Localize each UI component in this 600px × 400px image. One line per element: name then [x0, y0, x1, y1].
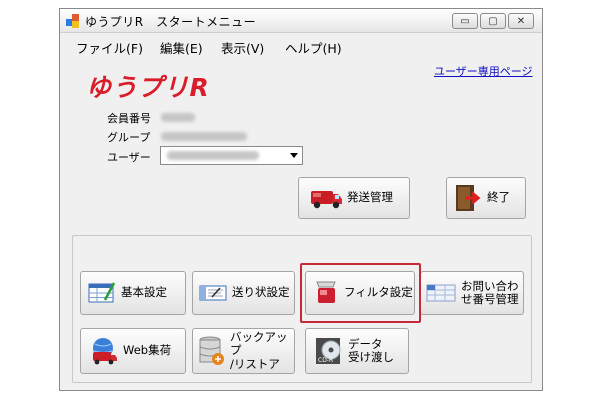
chevron-down-icon [290, 153, 298, 158]
group-label: グループ [107, 131, 151, 144]
maximize-button[interactable]: ▢ [480, 13, 506, 29]
user-select-value [167, 151, 259, 160]
maximize-icon: ▢ [488, 15, 498, 27]
member-number-value [161, 113, 195, 122]
data-transfer-button[interactable]: CD-R データ 受け渡し [305, 328, 409, 374]
main-window: ゆうプリR スタートメニュー ▭ ▢ ✕ ファイル(F) 編集(E) 表示(V)… [59, 8, 543, 391]
web-pickup-button[interactable]: Web集荷 [80, 328, 186, 374]
data-transfer-label: データ 受け渡し [348, 336, 394, 364]
waybill-settings-button[interactable]: 送り状設定 [192, 271, 295, 315]
menu-edit[interactable]: 編集(E) [160, 38, 203, 57]
exit-door-icon [456, 185, 481, 211]
menu-bar: ファイル(F) 編集(E) 表示(V) ヘルプ(H) [60, 34, 542, 56]
title-bar[interactable]: ゆうプリR スタートメニュー ▭ ▢ ✕ [60, 9, 542, 33]
member-number-label: 会員番号 [107, 112, 151, 125]
backup-restore-button[interactable]: バックアップ /リストア [192, 328, 295, 374]
user-label: ユーザー [107, 151, 151, 164]
backup-restore-label: バックアップ /リストア [230, 330, 288, 371]
exit-label: 終了 [487, 190, 510, 205]
inquiry-list-icon [426, 284, 456, 302]
database-icon [199, 336, 224, 365]
group-value [161, 132, 247, 141]
cd-r-icon: CD-R [316, 338, 341, 364]
minimize-button[interactable]: ▭ [452, 13, 478, 29]
web-pickup-icon [93, 338, 117, 365]
filter-highlight-frame [300, 263, 421, 323]
close-icon: ✕ [516, 15, 526, 27]
shipping-management-button[interactable]: 発送管理 [298, 177, 410, 219]
user-page-link[interactable]: ユーザー専用ページ [434, 63, 533, 79]
inquiry-number-label: お問い合わ せ番号管理 [461, 278, 519, 306]
menu-view[interactable]: 表示(V) [221, 38, 264, 57]
basic-settings-button[interactable]: 基本設定 [80, 271, 186, 315]
window-title: ゆうプリR スタートメニュー [85, 15, 257, 29]
cd-r-text: CD-R [318, 357, 333, 364]
settings-table-icon [88, 282, 116, 303]
app-logo: ゆうプリR [86, 73, 210, 102]
close-button[interactable]: ✕ [508, 13, 534, 29]
shipping-management-label: 発送管理 [347, 190, 393, 205]
user-select[interactable] [160, 146, 303, 165]
menu-help[interactable]: ヘルプ(H) [285, 38, 342, 57]
waybill-settings-label: 送り状設定 [232, 285, 290, 300]
app-icon [66, 14, 80, 28]
basic-settings-label: 基本設定 [121, 285, 167, 300]
menu-file[interactable]: ファイル(F) [76, 38, 143, 57]
waybill-icon [199, 285, 227, 301]
web-pickup-label: Web集荷 [123, 343, 172, 358]
minimize-icon: ▭ [460, 15, 470, 27]
inquiry-number-button[interactable]: お問い合わ せ番号管理 [420, 271, 524, 315]
delivery-truck-icon [311, 191, 342, 209]
exit-button[interactable]: 終了 [446, 177, 526, 219]
